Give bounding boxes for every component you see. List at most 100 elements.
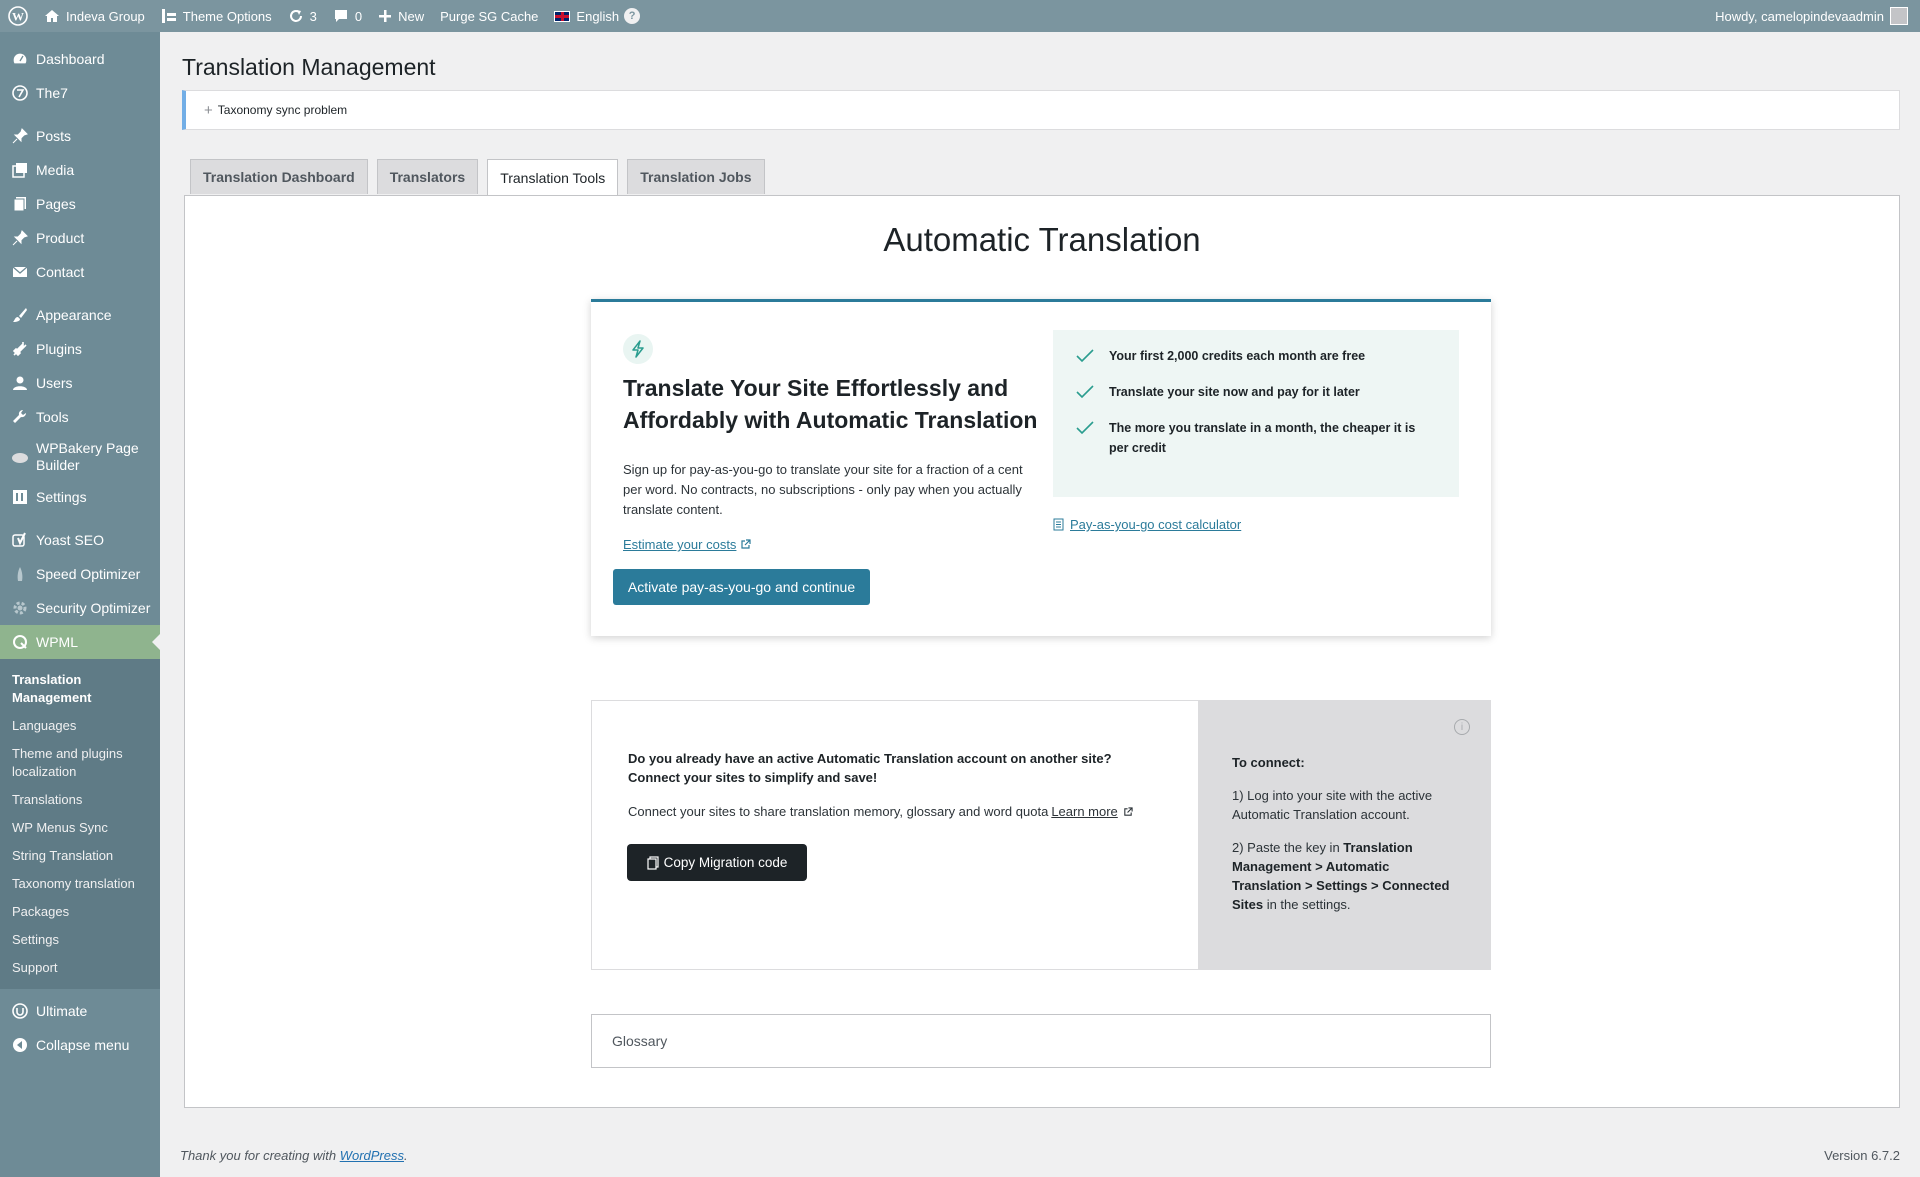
plug-icon bbox=[10, 339, 30, 359]
sidebar-item-security-optimizer[interactable]: Security Optimizer bbox=[0, 591, 160, 625]
sidebar-item-wpml[interactable]: WPML bbox=[0, 625, 160, 659]
user-account-menu[interactable]: Howdy, camelopindevaadmin bbox=[1707, 0, 1920, 32]
theme-options-link[interactable]: Theme Options bbox=[153, 0, 280, 32]
wordpress-logo-icon[interactable]: W bbox=[0, 0, 36, 32]
sidebar-item-settings[interactable]: Settings bbox=[0, 480, 160, 514]
connect-step-2: 2) Paste the key in Translation Manageme… bbox=[1232, 838, 1456, 914]
sidebar-item-wpbakery[interactable]: WPBakery Page Builder bbox=[0, 434, 160, 480]
gear-icon bbox=[10, 598, 30, 618]
connect-sites-box: Do you already have an active Automatic … bbox=[591, 700, 1491, 970]
sidebar-item-yoast[interactable]: Yoast SEO bbox=[0, 523, 160, 557]
benefit-text: Your first 2,000 credits each month are … bbox=[1109, 349, 1366, 363]
collapse-menu-button[interactable]: Collapse menu bbox=[0, 1028, 160, 1062]
submenu-translations[interactable]: Translations bbox=[0, 786, 160, 814]
sidebar-item-label: WPBakery Page Builder bbox=[36, 440, 139, 473]
info-icon[interactable]: i bbox=[1454, 719, 1470, 735]
expand-plus-icon[interactable]: + bbox=[204, 102, 213, 119]
submenu-wp-menus-sync[interactable]: WP Menus Sync bbox=[0, 814, 160, 842]
connect-description: Connect your sites to share translation … bbox=[628, 804, 1162, 819]
comment-icon bbox=[333, 8, 349, 24]
purge-cache-link[interactable]: Purge SG Cache bbox=[432, 0, 546, 32]
wpml-icon bbox=[10, 632, 30, 652]
taxonomy-sync-notice[interactable]: + Taxonomy sync problem bbox=[182, 90, 1900, 130]
sidebar-item-product[interactable]: Product bbox=[0, 221, 160, 255]
external-link-icon bbox=[740, 539, 752, 550]
home-icon bbox=[44, 8, 60, 24]
cost-calculator-link[interactable]: Pay-as-you-go cost calculator bbox=[1053, 517, 1241, 532]
sidebar-item-users[interactable]: Users bbox=[0, 366, 160, 400]
footer-thanks: Thank you for creating with WordPress. bbox=[180, 1148, 408, 1163]
help-icon[interactable]: ? bbox=[624, 8, 641, 24]
media-icon bbox=[10, 160, 30, 180]
wordpress-link[interactable]: WordPress bbox=[340, 1148, 404, 1163]
avatar bbox=[1890, 7, 1908, 25]
estimate-costs-label: Estimate your costs bbox=[623, 537, 737, 552]
sidebar-item-media[interactable]: Media bbox=[0, 153, 160, 187]
howdy-text: Howdy, camelopindevaadmin bbox=[1715, 8, 1884, 24]
card-description: Sign up for pay-as-you-go to translate y… bbox=[623, 462, 1023, 517]
brush-icon bbox=[10, 305, 30, 325]
sidebar-item-label: Pages bbox=[36, 196, 76, 212]
sidebar-item-label: Users bbox=[36, 375, 73, 391]
sidebar-item-label: Contact bbox=[36, 264, 85, 280]
estimate-costs-link[interactable]: Estimate your costs bbox=[623, 537, 752, 552]
submenu-theme-plugins-localization[interactable]: Theme and plugins localization bbox=[0, 740, 160, 786]
activate-pay-as-you-go-button[interactable]: Activate pay-as-you-go and continue bbox=[613, 569, 870, 605]
sidebar-item-dashboard[interactable]: Dashboard bbox=[0, 42, 160, 76]
benefit-item: Translate your site now and pay for it l… bbox=[1075, 382, 1437, 402]
sidebar-item-pages[interactable]: Pages bbox=[0, 187, 160, 221]
sidebar-item-appearance[interactable]: Appearance bbox=[0, 298, 160, 332]
updates-link[interactable]: 3 bbox=[280, 0, 325, 32]
connect-step-1: 1) Log into your site with the active Au… bbox=[1232, 788, 1433, 822]
copy-migration-code-button[interactable]: Copy Migration code bbox=[627, 844, 807, 881]
tab-translation-tools[interactable]: Translation Tools bbox=[487, 159, 619, 195]
yoast-icon bbox=[10, 530, 30, 550]
copy-icon bbox=[646, 855, 659, 870]
sidebar-item-plugins[interactable]: Plugins bbox=[0, 332, 160, 366]
submenu-string-translation[interactable]: String Translation bbox=[0, 842, 160, 870]
benefit-text: Translate your site now and pay for it l… bbox=[1109, 385, 1360, 399]
sidebar-item-the7[interactable]: The7 bbox=[0, 76, 160, 110]
sidebar-item-ultimate[interactable]: Ultimate bbox=[0, 994, 160, 1028]
tab-translation-jobs[interactable]: Translation Jobs bbox=[627, 159, 765, 194]
admin-sidebar: Dashboard The7 Posts Media Pages Product… bbox=[0, 32, 160, 1177]
benefits-box: Your first 2,000 credits each month are … bbox=[1053, 330, 1459, 497]
glossary-label: Glossary bbox=[612, 1033, 668, 1049]
submenu-translation-management[interactable]: Translation Management bbox=[0, 666, 160, 712]
submenu-packages[interactable]: Packages bbox=[0, 898, 160, 926]
sidebar-item-contact[interactable]: Contact bbox=[0, 255, 160, 289]
submenu-taxonomy-translation[interactable]: Taxonomy translation bbox=[0, 870, 160, 898]
comments-link[interactable]: 0 bbox=[325, 0, 370, 32]
sidebar-item-posts[interactable]: Posts bbox=[0, 119, 160, 153]
sidebar-item-label: Ultimate bbox=[36, 1003, 88, 1019]
footer-thanks-text: Thank you for creating with bbox=[180, 1148, 337, 1163]
submenu-languages[interactable]: Languages bbox=[0, 712, 160, 740]
learn-more-link[interactable]: Learn more bbox=[1051, 804, 1117, 819]
sidebar-item-label: Security Optimizer bbox=[36, 600, 151, 616]
sidebar-item-label: Settings bbox=[36, 489, 87, 505]
new-content-link[interactable]: New bbox=[370, 0, 432, 32]
external-link-icon bbox=[1123, 806, 1133, 817]
submenu-settings[interactable]: Settings bbox=[0, 926, 160, 954]
collapse-icon bbox=[10, 1035, 30, 1055]
admin-bar: W Indeva Group Theme Options 3 0 New Pur… bbox=[0, 0, 1920, 32]
sidebar-item-tools[interactable]: Tools bbox=[0, 400, 160, 434]
sidebar-item-label: Tools bbox=[36, 409, 69, 425]
grid-icon bbox=[161, 8, 177, 24]
sidebar-item-speed-optimizer[interactable]: Speed Optimizer bbox=[0, 557, 160, 591]
dashboard-icon bbox=[10, 49, 30, 69]
pay-as-you-go-card: Translate Your Site Effortlessly and Aff… bbox=[591, 299, 1491, 636]
plus-icon bbox=[378, 9, 392, 23]
pages-icon bbox=[10, 194, 30, 214]
site-name-link[interactable]: Indeva Group bbox=[36, 0, 153, 32]
submenu-support[interactable]: Support bbox=[0, 954, 160, 982]
tab-translation-dashboard[interactable]: Translation Dashboard bbox=[190, 159, 368, 194]
benefit-item: Your first 2,000 credits each month are … bbox=[1075, 346, 1437, 366]
tab-translators[interactable]: Translators bbox=[376, 159, 479, 194]
sidebar-item-label: Media bbox=[36, 162, 75, 178]
glossary-section[interactable]: Glossary bbox=[591, 1014, 1491, 1068]
language-switcher[interactable]: English ? bbox=[546, 0, 648, 32]
rocket-icon bbox=[10, 564, 30, 584]
sidebar-item-label: Yoast SEO bbox=[36, 532, 104, 548]
step2-prefix: 2) Paste the key in bbox=[1232, 840, 1340, 855]
